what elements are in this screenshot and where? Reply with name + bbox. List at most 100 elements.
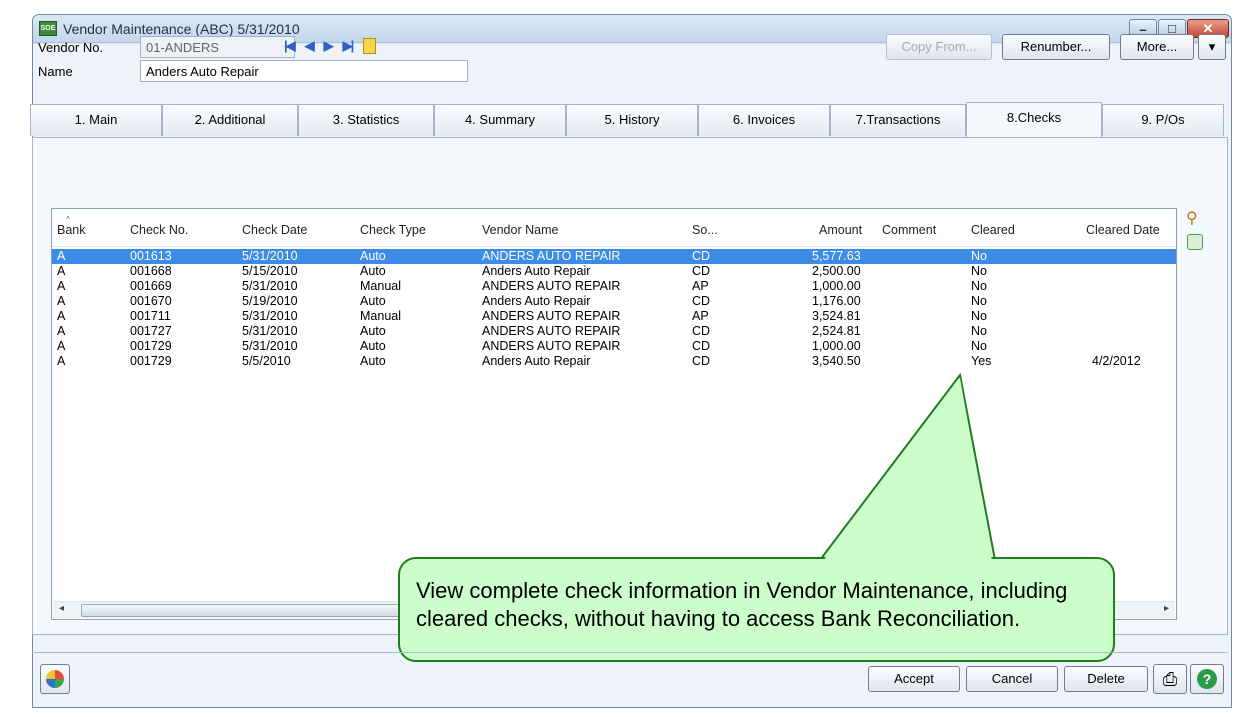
column-header-amount[interactable]: Amount [819, 223, 862, 237]
cell-bank: A [57, 354, 66, 368]
cell-amount: 2,500.00 [812, 264, 861, 278]
name-field[interactable]: Anders Auto Repair [140, 60, 468, 82]
table-row[interactable]: A 001729 5/5/2010 Auto Anders Auto Repair CD 3… [52, 354, 1176, 369]
cell-cleared: No [971, 339, 987, 353]
cell-amount: 3,524.81 [812, 309, 861, 323]
cell-vendor: ANDERS AUTO REPAIR [482, 339, 621, 353]
column-header-cleared[interactable]: Cleared [971, 223, 1015, 237]
table-row[interactable]: A 001613 5/31/2010 Auto ANDERS AUTO REPAIR CD… [52, 249, 1176, 264]
vendor-no-label: Vendor No. [38, 40, 104, 55]
delete-button[interactable]: Delete [1064, 666, 1148, 692]
binoculars-icon[interactable]: ⚲ [1186, 208, 1198, 228]
name-label: Name [38, 64, 73, 79]
cell-date: 5/31/2010 [242, 309, 298, 323]
next-record-icon[interactable]: ▶ [324, 38, 334, 54]
table-row[interactable]: A 001729 5/31/2010 Auto ANDERS AUTO REPAIR CD… [52, 339, 1176, 354]
tab-main[interactable]: 1. Main [30, 104, 162, 136]
cell-bank: A [57, 309, 66, 323]
table-row[interactable]: A 001711 5/31/2010 Manual ANDERS AUTO REPAIR… [52, 309, 1176, 324]
cell-amount: 1,176.00 [812, 294, 861, 308]
print-button[interactable]: ⎙ [1153, 664, 1187, 694]
cell-check-no: 001670 [130, 294, 172, 308]
cell-amount: 1,000.00 [812, 339, 861, 353]
cell-cleared: No [971, 324, 987, 338]
cell-source: CD [692, 294, 711, 308]
tab-additional[interactable]: 2. Additional [162, 104, 298, 136]
cell-vendor: ANDERS AUTO REPAIR [482, 324, 621, 338]
help-button[interactable]: ? [1190, 664, 1224, 694]
column-header-bank[interactable]: ^ Bank [57, 215, 86, 237]
tab-strip: 1. Main 2. Additional 3. Statistics 4. S… [30, 102, 1224, 138]
cancel-button[interactable]: Cancel [966, 666, 1058, 692]
more-button[interactable]: More... [1120, 34, 1194, 60]
tab-pos[interactable]: 9. P/Os [1102, 104, 1224, 136]
renumber-button[interactable]: Renumber... [1002, 34, 1110, 60]
cell-bank: A [57, 264, 66, 278]
cell-bank: A [57, 324, 66, 338]
cell-type: Auto [360, 264, 386, 278]
tab-history[interactable]: 5. History [566, 104, 698, 136]
grid-header: ^ Bank Check No. Check Date Check Type Ve… [52, 209, 1176, 247]
callout-text: View complete check information in Vendo… [416, 578, 1068, 631]
column-header-source[interactable]: So... [692, 223, 718, 237]
cell-bank: A [57, 294, 66, 308]
cell-vendor: ANDERS AUTO REPAIR [482, 249, 621, 263]
tab-invoices[interactable]: 6. Invoices [698, 104, 830, 136]
table-row[interactable]: A 001670 5/19/2010 Auto Anders Auto Repair CD… [52, 294, 1176, 309]
cell-vendor: Anders Auto Repair [482, 264, 591, 278]
app-icon: SOE [39, 21, 57, 36]
scroll-right-icon[interactable]: ▸ [1164, 603, 1169, 614]
tab-transactions[interactable]: 7.Transactions [830, 104, 966, 136]
cell-date: 5/31/2010 [242, 249, 298, 263]
cell-source: CD [692, 354, 711, 368]
accept-button[interactable]: Accept [868, 666, 960, 692]
vendor-no-field[interactable]: 01-ANDERS [140, 36, 295, 58]
table-row[interactable]: A 001668 5/15/2010 Auto Anders Auto Repair CD… [52, 264, 1176, 279]
help-icon: ? [1197, 669, 1217, 689]
copy-from-button[interactable]: Copy From... [886, 34, 992, 60]
cell-type: Manual [360, 309, 401, 323]
cell-vendor: Anders Auto Repair [482, 294, 591, 308]
tab-checks[interactable]: 8.Checks [966, 102, 1102, 138]
window-title: Vendor Maintenance (ABC) 5/31/2010 [63, 21, 300, 37]
memo-icon[interactable] [363, 38, 377, 54]
cell-check-no: 001613 [130, 249, 172, 263]
cell-cleared: No [971, 294, 987, 308]
tab-summary[interactable]: 4. Summary [434, 104, 566, 136]
record-navigation: |◀ ◀ ▶ ▶| [284, 36, 377, 56]
last-record-icon[interactable]: ▶| [343, 38, 355, 54]
cell-cleared: No [971, 279, 987, 293]
cell-check-no: 001668 [130, 264, 172, 278]
column-header-comment[interactable]: Comment [882, 223, 936, 237]
column-header-vendor-name[interactable]: Vendor Name [482, 223, 558, 237]
cell-type: Auto [360, 249, 386, 263]
print-icon: ⎙ [1162, 669, 1178, 689]
cell-source: CD [692, 249, 711, 263]
lookup-button[interactable] [40, 664, 70, 694]
cell-vendor: Anders Auto Repair [482, 354, 591, 368]
scroll-left-icon[interactable]: ◂ [59, 603, 64, 614]
cell-type: Manual [360, 279, 401, 293]
first-record-icon[interactable]: |◀ [284, 38, 296, 54]
column-header-cleared-date[interactable]: Cleared Date [1086, 223, 1174, 237]
cell-date: 5/19/2010 [242, 294, 298, 308]
callout-box: View complete check information in Vendo… [398, 557, 1115, 662]
column-header-check-type[interactable]: Check Type [360, 223, 426, 237]
cell-vendor: ANDERS AUTO REPAIR [482, 309, 621, 323]
table-row[interactable]: A 001727 5/31/2010 Auto ANDERS AUTO REPAIR CD… [52, 324, 1176, 339]
column-header-check-no[interactable]: Check No. [130, 223, 188, 237]
cell-bank: A [57, 249, 66, 263]
customize-columns-icon[interactable] [1187, 234, 1203, 250]
cell-bank: A [57, 279, 66, 293]
scrollbar-thumb[interactable] [81, 604, 421, 617]
cell-date: 5/5/2010 [242, 354, 291, 368]
tab-statistics[interactable]: 3. Statistics [298, 104, 434, 136]
footer-divider [32, 652, 1228, 653]
table-row[interactable]: A 001669 5/31/2010 Manual ANDERS AUTO REPAIR… [52, 279, 1176, 294]
previous-record-icon[interactable]: ◀ [305, 38, 315, 54]
cell-check-no: 001711 [130, 309, 171, 323]
more-dropdown-button[interactable]: ▾ [1198, 34, 1226, 60]
cell-check-no: 001727 [130, 324, 172, 338]
column-header-check-date[interactable]: Check Date [242, 223, 307, 237]
cell-cleared: Yes [971, 354, 992, 368]
